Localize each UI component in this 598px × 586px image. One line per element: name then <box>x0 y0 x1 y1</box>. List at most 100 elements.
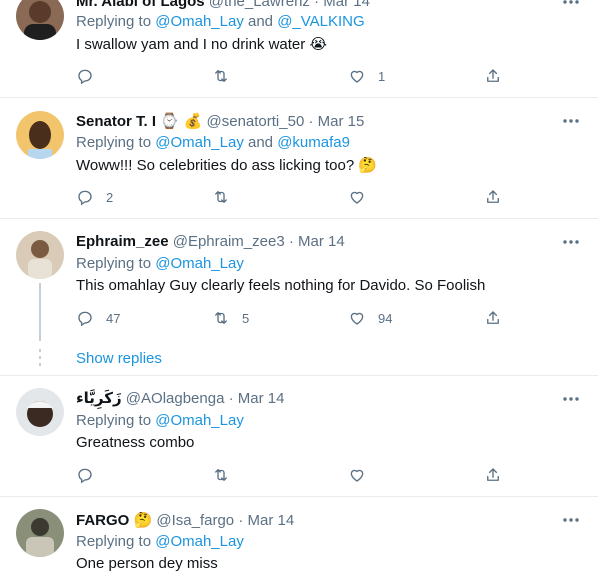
retweet-icon <box>215 312 227 324</box>
avatar[interactable] <box>16 388 64 436</box>
replying-to-label: Replying to <box>76 412 152 429</box>
tweet-date[interactable]: Mar 14 <box>248 512 295 529</box>
retweet-button[interactable] <box>212 465 242 485</box>
user-handle[interactable]: @Ephraim_zee3 <box>173 233 285 250</box>
retweet-button[interactable] <box>212 66 242 86</box>
thread-dots <box>39 349 41 367</box>
show-replies-link[interactable]: Show replies <box>76 350 162 367</box>
display-name[interactable]: زَكَرِيَّاء <box>76 390 122 407</box>
separator: · <box>238 512 244 529</box>
tweet-text: I swallow yam and I no drink water 😭 <box>76 34 327 55</box>
tweet-text: One person dey miss <box>76 554 218 574</box>
tweet-header: Mr. Alabi of Lagos @the_Lawrenz · Mar 14 <box>76 0 370 12</box>
user-handle[interactable]: @the_Lawrenz <box>209 0 310 10</box>
avatar[interactable] <box>16 111 64 159</box>
share-icon <box>487 311 499 324</box>
retweet-icon <box>215 70 227 82</box>
reply-button[interactable]: 47 <box>76 308 120 328</box>
reply-button[interactable]: 2 <box>76 187 113 207</box>
separator: · <box>228 390 234 407</box>
retweet-icon <box>215 191 227 203</box>
tweet-text: Woww!!! So celebrities do ass licking to… <box>76 155 377 176</box>
tweet-date[interactable]: Mar 15 <box>318 113 365 130</box>
more-icon[interactable] <box>562 0 580 12</box>
separator: · <box>314 0 320 10</box>
like-button[interactable]: 94 <box>348 308 392 328</box>
tweet-text-content: Woww!!! So celebrities do ass licking to… <box>76 157 355 174</box>
name-emoji: ⌚ 💰 <box>160 112 203 130</box>
mention-link[interactable]: @kumafa9 <box>277 134 350 151</box>
tweet-header: زَكَرِيَّاء @AOlagbenga · Mar 14 <box>76 389 284 409</box>
like-button[interactable] <box>348 465 378 485</box>
retweet-button[interactable]: 5 <box>212 308 249 328</box>
more-icon[interactable] <box>562 232 580 252</box>
like-icon <box>350 312 364 325</box>
tweet-text-content: This omahlay Guy clearly feels nothing f… <box>76 277 486 294</box>
mention-link[interactable]: @Omah_Lay <box>155 412 244 429</box>
user-handle[interactable]: @senatorti_50 <box>207 113 305 130</box>
like-icon <box>350 70 364 83</box>
separator: · <box>288 233 294 250</box>
share-icon <box>487 468 499 481</box>
reply-button[interactable] <box>76 66 106 86</box>
user-handle[interactable]: @AOlagbenga <box>126 390 225 407</box>
display-name[interactable]: Ephraim_zee <box>76 233 169 250</box>
avatar[interactable] <box>16 0 64 40</box>
tweet-actions: 1 <box>76 66 516 86</box>
tweet-text-content: I swallow yam and I no drink water <box>76 36 306 53</box>
share-button[interactable] <box>484 465 502 485</box>
display-name[interactable]: Senator T. I <box>76 113 156 130</box>
tweet[interactable]: Mr. Alabi of Lagos @the_Lawrenz · Mar 14… <box>0 0 598 97</box>
retweet-count: 5 <box>242 310 250 326</box>
share-icon <box>487 190 499 203</box>
like-button[interactable]: 1 <box>348 66 385 86</box>
retweet-icon <box>215 469 227 481</box>
tweet[interactable]: Ephraim_zee @Ephraim_zee3 · Mar 14 Reply… <box>0 219 598 374</box>
mention-link[interactable]: @_VALKING <box>277 13 364 30</box>
display-name[interactable]: Mr. Alabi of Lagos <box>76 0 205 10</box>
tweet-text-content: Greatness combo <box>76 434 195 451</box>
tweet-date[interactable]: Mar 14 <box>238 390 285 407</box>
reply-button[interactable] <box>76 465 106 485</box>
tweet-date[interactable]: Mar 14 <box>323 0 370 10</box>
mention-link[interactable]: @Omah_Lay <box>155 13 244 30</box>
more-icon[interactable] <box>562 389 580 409</box>
avatar[interactable] <box>16 509 64 557</box>
replying-to-label: Replying to <box>76 13 152 30</box>
tweet[interactable]: زَكَرِيَّاء @AOlagbenga · Mar 14 Replyin… <box>0 376 598 496</box>
replying-to-label: Replying to <box>76 134 152 151</box>
like-count: 94 <box>378 310 393 326</box>
mention-link[interactable]: @Omah_Lay <box>155 134 244 151</box>
mention-link[interactable]: @Omah_Lay <box>155 255 244 272</box>
display-name[interactable]: FARGO <box>76 512 129 529</box>
emoji: 🤔 <box>358 156 378 174</box>
tweet-actions: 47 5 94 <box>76 308 516 328</box>
joiner-text: and <box>248 134 274 151</box>
share-button[interactable] <box>484 187 502 207</box>
retweet-button[interactable] <box>212 187 242 207</box>
emoji: 😭 <box>309 35 327 53</box>
mention-link[interactable]: @Omah_Lay <box>155 533 244 550</box>
replying-to-label: Replying to <box>76 255 152 272</box>
tweet[interactable]: FARGO 🤔 @Isa_fargo · Mar 14 Replying to … <box>0 497 598 586</box>
tweet[interactable]: Senator T. I ⌚ 💰 @senatorti_50 · Mar 15 … <box>0 98 598 218</box>
like-icon <box>350 191 364 204</box>
tweet-actions: 2 <box>76 187 516 207</box>
reply-icon <box>78 69 92 85</box>
share-button[interactable] <box>484 308 502 328</box>
reply-count: 2 <box>106 189 114 205</box>
user-handle[interactable]: @Isa_fargo <box>156 512 234 529</box>
replying-to-label: Replying to <box>76 533 152 550</box>
more-icon[interactable] <box>562 510 580 530</box>
name-emoji: 🤔 <box>133 511 153 529</box>
tweet-text: This omahlay Guy clearly feels nothing f… <box>76 276 485 296</box>
share-button[interactable] <box>484 66 502 86</box>
like-count: 1 <box>378 68 386 84</box>
tweet-header: Ephraim_zee @Ephraim_zee3 · Mar 14 <box>76 232 345 252</box>
tweet-date[interactable]: Mar 14 <box>298 233 345 250</box>
tweet-text-content: One person dey miss <box>76 555 218 572</box>
like-button[interactable] <box>348 187 378 207</box>
replying-to: Replying to @Omah_Lay <box>76 532 244 552</box>
more-icon[interactable] <box>562 111 580 131</box>
avatar[interactable] <box>16 231 64 279</box>
